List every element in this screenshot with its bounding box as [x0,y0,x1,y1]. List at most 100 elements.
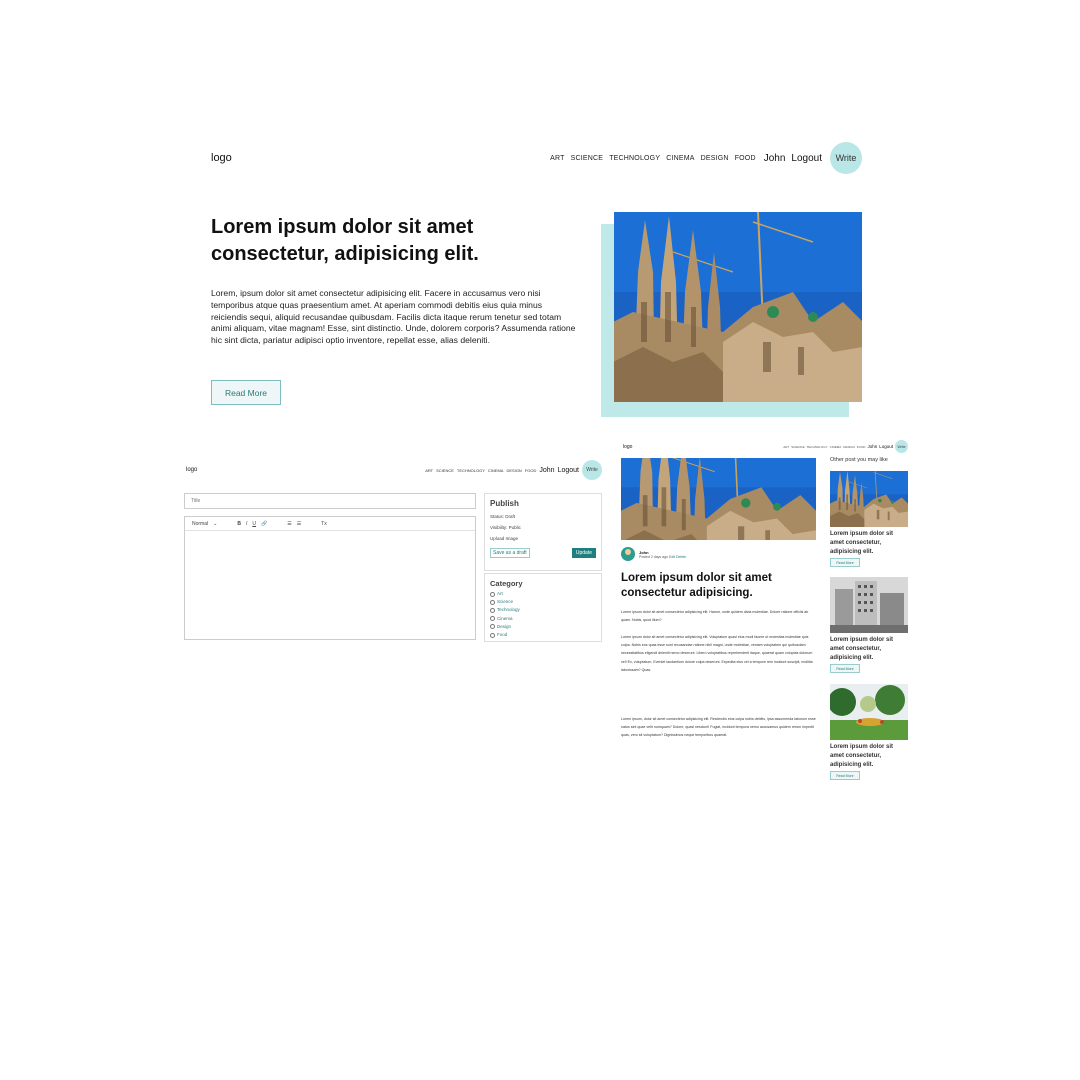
nav-link-technology[interactable]: TECHNOLOGY [807,445,828,449]
category-label: Technology [497,607,520,613]
category-option-technology[interactable]: Technology [490,606,596,614]
bold-button[interactable]: B [237,521,241,527]
related-post-card: Lorem ipsum dolor sit amet consectetur, … [830,684,908,781]
related-post-image[interactable] [830,471,908,527]
related-post-title[interactable]: Lorem ipsum dolor sit amet consectetur, … [830,530,908,556]
post-paragraph: Lorem ipsum dolor sit amet consectetur a… [621,635,813,672]
logout-link[interactable]: Logout [791,153,822,164]
related-post-title[interactable]: Lorem ipsum dolor sit amet consectetur, … [830,743,908,769]
write-button[interactable]: Write [895,440,908,453]
category-option-art[interactable]: Art [490,590,596,598]
category-option-science[interactable]: Science [490,598,596,606]
category-option-design[interactable]: Design [490,623,596,631]
post-page-preview: logo ART SCIENCE TECHNOLOGY CINEMA DESIG… [621,440,908,785]
sidebar-heading: Other post you may like [830,457,888,463]
nav-link-cinema[interactable]: CINEMA [830,445,842,449]
logo[interactable]: logo [623,444,632,450]
post-description: Lorem, ipsum dolor sit amet consectetur … [211,288,576,346]
category-heading: Category [490,579,523,588]
home-page-preview: logo ART SCIENCE TECHNOLOGY CINEMA DESIG… [211,140,862,420]
logout-link[interactable]: Logout [558,467,579,474]
nav-link-design[interactable]: DESIGN [506,468,521,473]
logout-link[interactable]: Logout [879,444,893,449]
title-input[interactable]: Title [184,493,476,509]
update-button[interactable]: Update [571,548,596,558]
link-icon[interactable]: 🔗 [261,521,267,527]
related-post-image[interactable] [830,577,908,633]
nav-link-art[interactable]: ART [425,468,433,473]
nav-link-cinema[interactable]: CINEMA [666,155,694,162]
category-option-cinema[interactable]: Cinema [490,615,596,623]
nav-link-art[interactable]: ART [783,445,789,449]
save-draft-button[interactable]: Save as a draft [490,548,530,558]
visibility-text: Visibility: Public [490,525,521,530]
nav-link-food[interactable]: FOOD [735,155,756,162]
nav-link-science[interactable]: SCIENCE [791,445,804,449]
editor-toolbar: Normal ⌄ B I U 🔗 ☰ ☰ Tx [185,517,475,531]
category-label: Design [497,623,512,629]
post-main-image [621,458,816,540]
nav-link-art[interactable]: ART [550,155,564,162]
publish-panel: Publish Status: Draft Visibility: Public… [484,493,602,571]
category-panel: Category Art Science Technology Cinema D… [484,573,602,642]
post-image[interactable] [614,212,862,402]
avatar [621,547,635,561]
read-more-button[interactable]: Read More [830,558,860,568]
radio-icon[interactable] [490,624,495,630]
nav-link-technology[interactable]: TECHNOLOGY [457,468,485,473]
radio-icon[interactable] [490,616,495,622]
radio-icon[interactable] [490,591,495,597]
user-name: John [539,466,555,474]
nav-link-food[interactable]: FOOD [525,468,537,473]
write-page-preview: logo ART SCIENCE TECHNOLOGY CINEMA DESIG… [184,460,602,642]
edit-delete-links[interactable]: Edit Delete [669,555,686,559]
upload-image-link[interactable]: Upload Image [490,536,596,541]
bullet-list-icon[interactable]: ☰ [297,521,301,527]
post-meta: Posted 2 days ago Edit Delete [639,555,686,559]
write-button[interactable]: Write [830,142,862,174]
category-label: Science [497,599,514,605]
radio-icon[interactable] [490,608,495,613]
posted-time: Posted 2 days ago [639,554,668,559]
logo[interactable]: logo [211,152,232,164]
publish-heading: Publish [490,499,519,508]
navbar: ART SCIENCE TECHNOLOGY CINEMA DESIGN FOO… [550,142,862,174]
post-paragraph: Lorem ipsum dolor sit amet consectetur a… [621,610,809,623]
logo[interactable]: logo [186,467,197,473]
radio-icon[interactable] [490,632,495,638]
user-name: John [763,152,786,164]
post-title: Lorem ipsum dolor sit amet consectetur a… [621,572,772,599]
rich-text-editor[interactable]: Normal ⌄ B I U 🔗 ☰ ☰ Tx [184,516,476,640]
nav-link-design[interactable]: DESIGN [701,155,729,162]
ordered-list-icon[interactable]: ☰ [287,521,291,527]
user-name: John [867,444,878,449]
category-label: Cinema [497,615,513,621]
nav-link-science[interactable]: SCIENCE [436,468,454,473]
post-title[interactable]: Lorem ipsum dolor sit amet consectetur, … [211,214,581,268]
nav-link-science[interactable]: SCIENCE [571,155,604,162]
post-paragraph: Lorem ipsum, dolor sit amet consectetur … [621,717,816,738]
nav-link-cinema[interactable]: CINEMA [488,468,504,473]
nav-link-food[interactable]: FOOD [857,445,866,449]
author-info: John Posted 2 days ago Edit Delete [621,547,686,561]
read-more-button[interactable]: Read More [211,380,281,405]
related-post-image[interactable] [830,684,908,740]
category-label: Art [497,591,503,596]
chevron-down-icon: ⌄ [213,520,218,527]
italic-button[interactable]: I [246,521,247,527]
category-option-food[interactable]: Food [490,631,596,639]
related-post-card: Lorem ipsum dolor sit amet consectetur, … [830,577,908,674]
format-select[interactable]: Normal [192,521,208,527]
read-more-button[interactable]: Read More [830,771,860,781]
nav-link-design[interactable]: DESIGN [843,445,855,449]
radio-icon[interactable] [490,599,495,605]
nav-link-technology[interactable]: TECHNOLOGY [609,155,660,162]
related-post-card: Lorem ipsum dolor sit amet consectetur, … [830,471,908,568]
navbar: ART SCIENCE TECHNOLOGY CINEMA DESIGN FOO… [783,440,908,453]
status-text: Status: Draft [490,514,516,519]
write-button[interactable]: Write [582,460,602,480]
clear-format-icon[interactable]: Tx [321,521,327,527]
related-post-title[interactable]: Lorem ipsum dolor sit amet consectetur, … [830,636,908,662]
underline-button[interactable]: U [252,521,256,527]
read-more-button[interactable]: Read More [830,664,860,674]
